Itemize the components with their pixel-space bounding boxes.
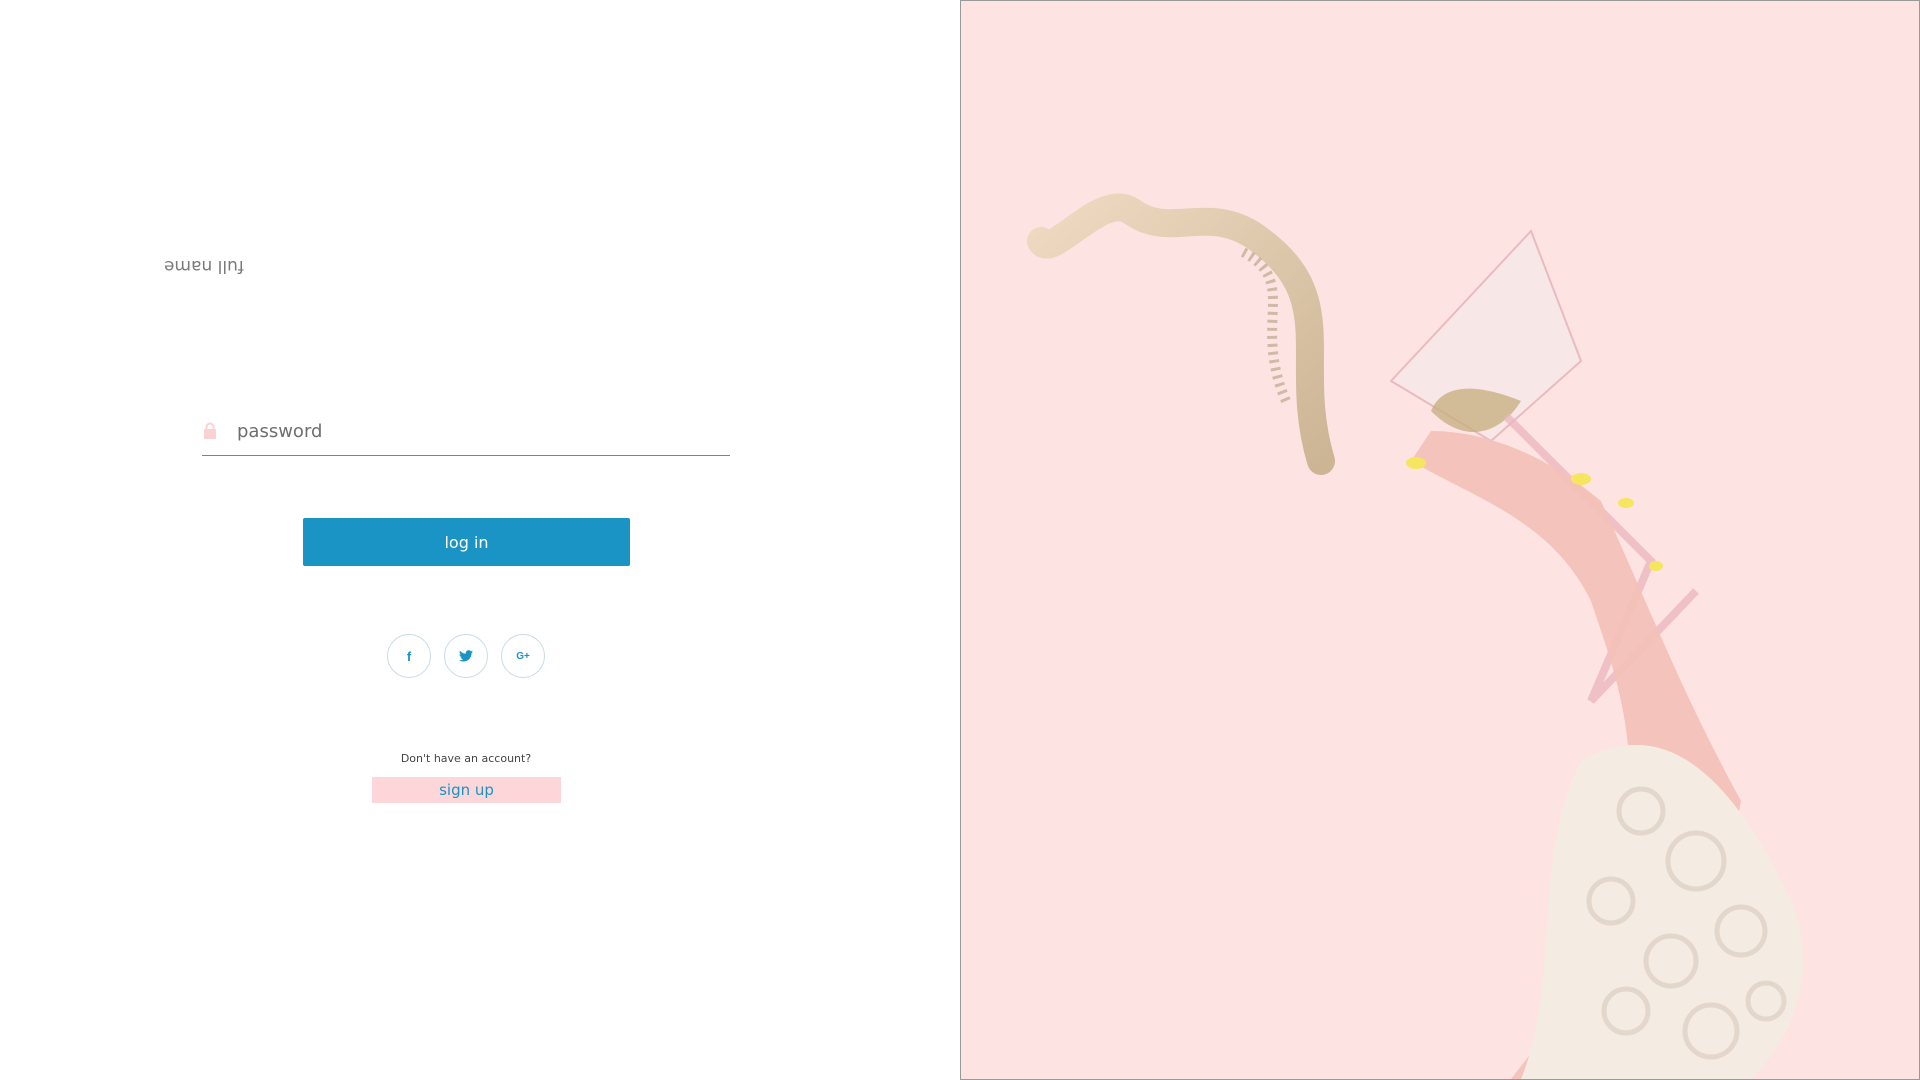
martini-glitter-illustration — [1027, 193, 1804, 1079]
no-account-text: Don't have an account? — [400, 752, 532, 765]
password-input[interactable] — [237, 417, 717, 445]
login-button[interactable]: log in — [303, 518, 630, 566]
hero-image — [960, 0, 1920, 1080]
google-plus-button[interactable]: G+ — [501, 634, 545, 678]
facebook-button[interactable]: f — [387, 634, 431, 678]
login-panel: full name log in f G+ Don't have an acco… — [0, 0, 960, 1080]
twitter-button[interactable] — [444, 634, 488, 678]
facebook-icon: f — [406, 648, 412, 664]
password-field — [202, 412, 730, 456]
google-plus-icon: G+ — [516, 650, 530, 662]
full-name-label: full name — [164, 256, 244, 276]
twitter-icon — [459, 650, 473, 662]
lock-icon — [204, 422, 216, 439]
signup-button[interactable]: sign up — [372, 777, 561, 803]
